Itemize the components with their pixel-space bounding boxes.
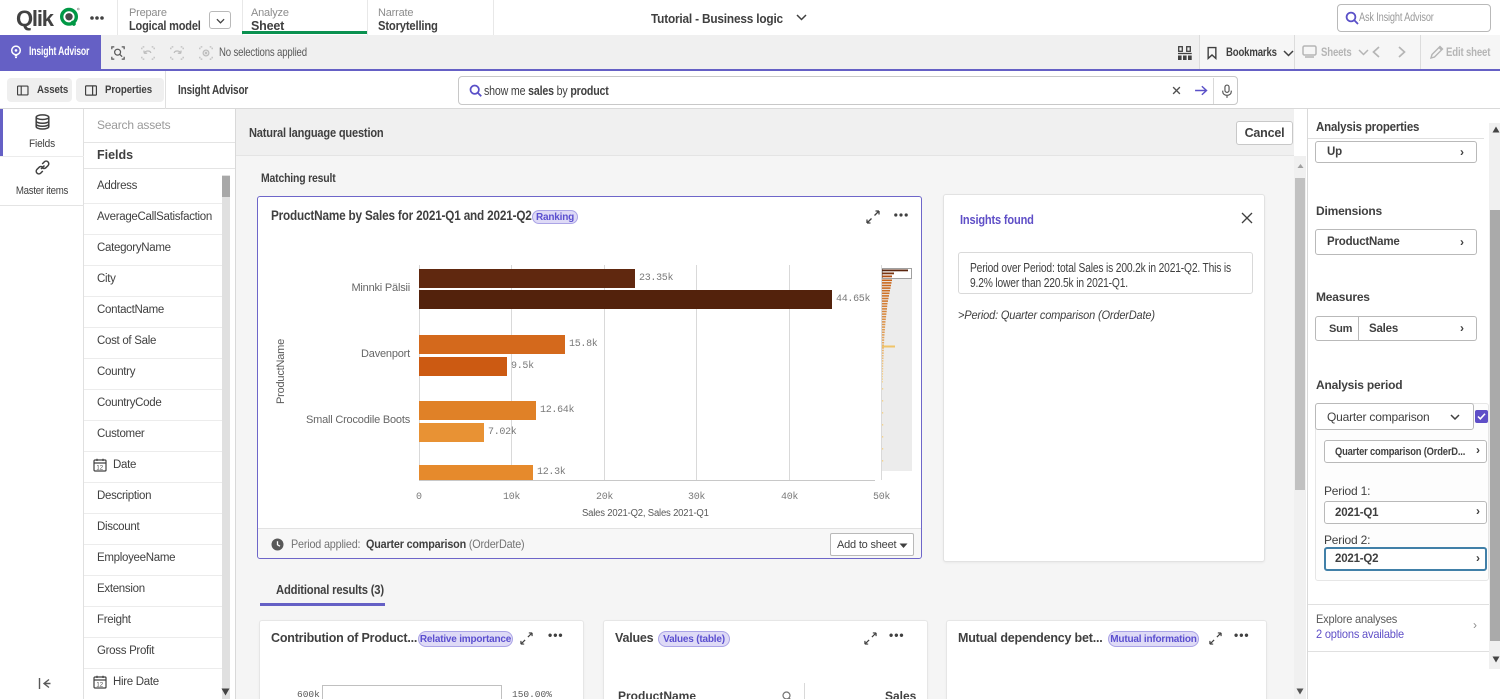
svg-text:12: 12 <box>96 683 103 689</box>
svg-text:12: 12 <box>96 466 103 472</box>
